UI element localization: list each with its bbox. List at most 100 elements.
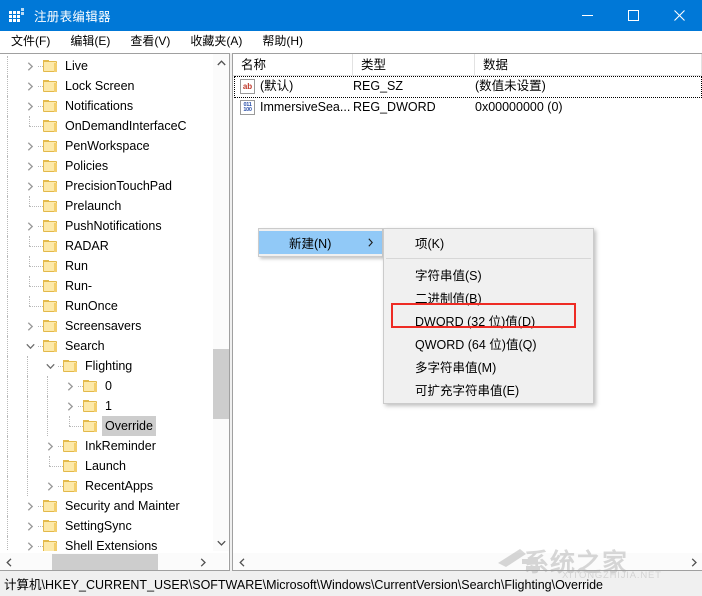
menu-edit[interactable]: 编辑(E) (61, 32, 119, 52)
tree-guide-line (7, 116, 8, 136)
values-scroll-right-icon[interactable] (685, 553, 702, 570)
menu-new-binary-value[interactable]: 二进制值(B) (384, 286, 593, 309)
tree-item-policies[interactable]: Policies (0, 156, 212, 176)
chevron-right-icon[interactable] (22, 176, 38, 196)
menu-file[interactable]: 文件(F) (2, 32, 59, 52)
tree-item-run[interactable]: Run (0, 256, 212, 276)
chevron-right-icon[interactable] (62, 376, 78, 396)
chevron-right-icon[interactable] (22, 76, 38, 96)
tree-item-label: Lock Screen (65, 79, 135, 93)
tree-item-prelaunch[interactable]: Prelaunch (0, 196, 212, 216)
chevron-right-icon[interactable] (42, 476, 58, 496)
folder-icon (43, 119, 58, 133)
tree-guide-line (7, 296, 8, 316)
tree-item-radar[interactable]: RADAR (0, 236, 212, 256)
tree-item-recentapps[interactable]: RecentApps (0, 476, 212, 496)
tree-item-precisiontouchpad[interactable]: PrecisionTouchPad (0, 176, 212, 196)
scroll-up-icon[interactable] (213, 54, 229, 71)
registry-tree-pane: Live Lock Screen Notifications OnDemandInte… (0, 53, 230, 571)
tree-item-label: Policies (65, 159, 109, 173)
tree-horizontal-scrollbar[interactable] (0, 552, 228, 570)
chevron-right-icon[interactable] (22, 496, 38, 516)
values-scroll-left-icon[interactable] (233, 553, 250, 570)
menu-help[interactable]: 帮助(H) (253, 32, 312, 52)
minimize-button[interactable] (564, 0, 610, 31)
maximize-button[interactable] (610, 0, 656, 31)
tree-item-search[interactable]: Search (0, 336, 212, 356)
values-horizontal-scrollbar[interactable] (233, 552, 702, 570)
tree-guide-line (7, 456, 8, 476)
chevron-right-icon[interactable] (22, 56, 38, 76)
tree-item-pushnotifications[interactable]: PushNotifications (0, 216, 212, 236)
tree-item-ondemandinterfacec[interactable]: OnDemandInterfaceC (0, 116, 212, 136)
context-menu: 新建(N) (258, 228, 383, 257)
tree-guide-line (7, 236, 8, 256)
menu-favorites[interactable]: 收藏夹(A) (181, 32, 251, 52)
tree-item-label: 0 (105, 379, 112, 393)
tree-item-override[interactable]: Override (0, 416, 212, 436)
menu-new-qword-value[interactable]: QWORD (64 位)值(Q) (384, 332, 593, 355)
tree-scroll-thumb[interactable] (213, 349, 229, 419)
menu-new[interactable]: 新建(N) (259, 231, 382, 254)
value-row[interactable]: 011 100 ImmersiveSea... REG_DWORD 0x00000000… (233, 97, 702, 118)
tree-connector (22, 276, 38, 296)
folder-icon (43, 199, 58, 213)
menu-new-multi-string-value[interactable]: 多字符串值(M) (384, 355, 593, 378)
tree-vertical-scrollbar[interactable] (212, 54, 229, 551)
tree-item-run[interactable]: Run- (0, 276, 212, 296)
tree-item-notifications[interactable]: Notifications (0, 96, 212, 116)
tree-item-screensavers[interactable]: Screensavers (0, 316, 212, 336)
tree-item-flighting[interactable]: Flighting (0, 356, 212, 376)
tree-item-launch[interactable]: Launch (0, 456, 212, 476)
menu-new-expandable-string-value[interactable]: 可扩充字符串值(E) (384, 378, 593, 401)
chevron-down-icon[interactable] (42, 356, 58, 376)
chevron-right-icon[interactable] (22, 536, 38, 551)
tree-guide-line (7, 216, 8, 236)
column-header-name[interactable]: 名称 (233, 54, 353, 76)
column-header-data[interactable]: 数据 (475, 54, 702, 76)
tree-item-0[interactable]: 0 (0, 376, 212, 396)
folder-icon (43, 499, 58, 513)
tree-hscroll-thumb[interactable] (52, 554, 158, 570)
tree-guide-line (47, 376, 48, 396)
tree-item-penworkspace[interactable]: PenWorkspace (0, 136, 212, 156)
chevron-right-icon[interactable] (22, 96, 38, 116)
scroll-left-icon[interactable] (0, 553, 17, 570)
tree-guide-line (7, 536, 8, 551)
tree-item-1[interactable]: 1 (0, 396, 212, 416)
chevron-down-icon[interactable] (22, 336, 38, 356)
value-data-cell: (数值未设置) (475, 79, 546, 93)
tree-item-shell-extensions[interactable]: Shell Extensions (0, 536, 212, 551)
chevron-right-icon[interactable] (22, 216, 38, 236)
chevron-right-icon[interactable] (22, 316, 38, 336)
folder-icon (43, 99, 58, 113)
title-bar[interactable]: 注册表编辑器 (0, 0, 702, 31)
tree-item-settingsync[interactable]: SettingSync (0, 516, 212, 536)
tree-item-security-and-mainter[interactable]: Security and Mainter (0, 496, 212, 516)
chevron-right-icon[interactable] (22, 156, 38, 176)
chevron-right-icon[interactable] (42, 436, 58, 456)
tree-guide-line (27, 356, 28, 376)
tree-item-label: PenWorkspace (65, 139, 150, 153)
menu-view[interactable]: 查看(V) (121, 32, 179, 52)
chevron-right-icon[interactable] (22, 136, 38, 156)
folder-icon (43, 539, 58, 551)
tree-guide-line (27, 416, 28, 436)
tree-indent (0, 76, 22, 96)
chevron-right-icon[interactable] (62, 396, 78, 416)
menu-new-label: 新建(N) (289, 237, 332, 251)
menu-new-string-value[interactable]: 字符串值(S) (384, 263, 593, 286)
scroll-right-icon[interactable] (194, 553, 211, 570)
tree-item-lock-screen[interactable]: Lock Screen (0, 76, 212, 96)
column-header-type[interactable]: 类型 (353, 54, 475, 76)
tree-item-live[interactable]: Live (0, 56, 212, 76)
menu-new-dword-value[interactable]: DWORD (32 位)值(D) (384, 309, 593, 332)
menu-new-key[interactable]: 项(K) (384, 231, 593, 254)
value-row[interactable]: ab (默认) REG_SZ (数值未设置) (233, 76, 702, 98)
close-button[interactable] (656, 0, 702, 31)
tree-item-runonce[interactable]: RunOnce (0, 296, 212, 316)
chevron-right-icon[interactable] (22, 516, 38, 536)
tree-item-inkreminder[interactable]: InkReminder (0, 436, 212, 456)
menu-new-key-label: 项(K) (415, 237, 445, 251)
scroll-down-icon[interactable] (213, 534, 229, 551)
